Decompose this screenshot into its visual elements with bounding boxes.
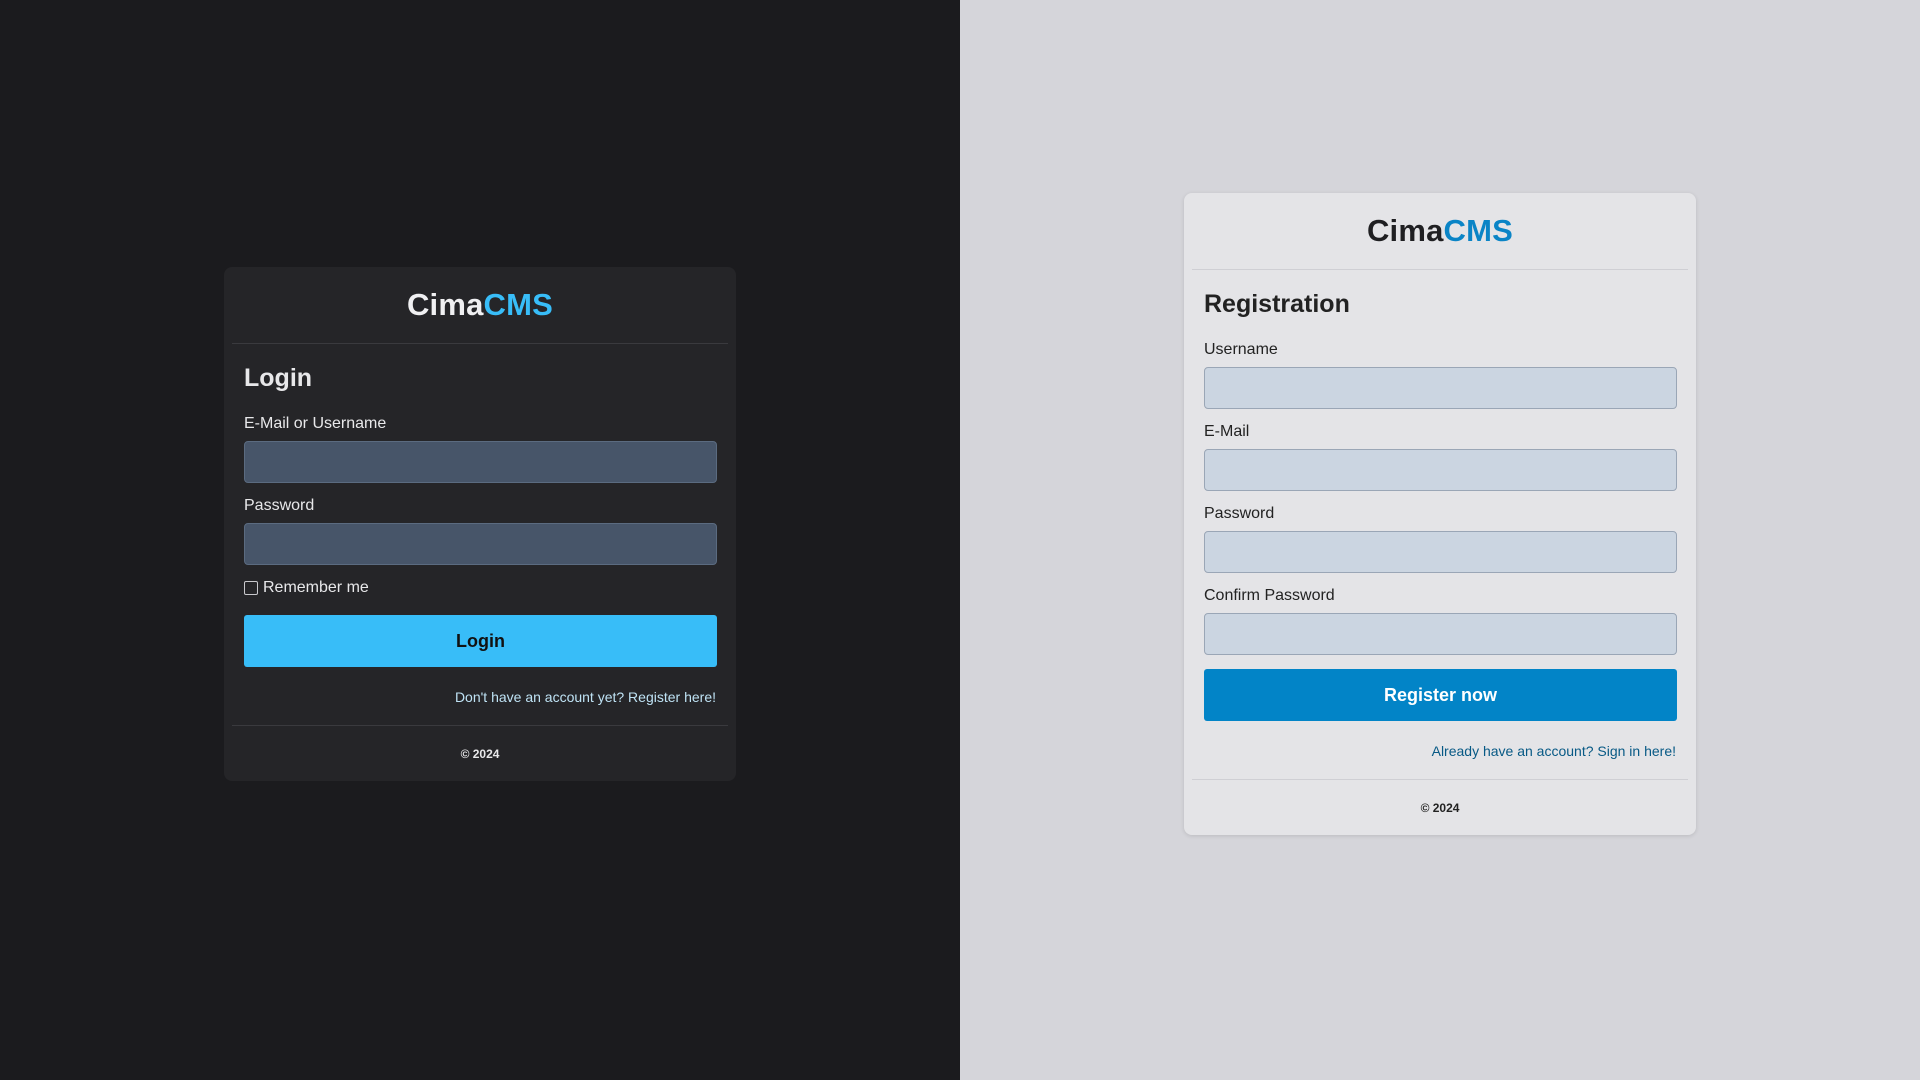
brand-accent: CMS — [483, 287, 554, 322]
remember-me-checkbox[interactable] — [244, 581, 258, 595]
password-label: Password — [1204, 505, 1275, 522]
identity-input[interactable] — [244, 441, 717, 483]
login-form: Login E-Mail or Username Password Rememb… — [224, 344, 736, 705]
username-input[interactable] — [1204, 367, 1677, 409]
identity-field-group: E-Mail or Username — [244, 415, 717, 483]
login-card: Cima CMS Login E-Mail or Username Passwor… — [224, 267, 736, 781]
login-button[interactable]: Login — [244, 615, 717, 667]
brand-accent: CMS — [1443, 213, 1514, 248]
register-link[interactable]: Don't have an account yet? Register here… — [455, 689, 716, 705]
brand-name: Cima — [1366, 213, 1444, 248]
remember-me-row[interactable]: Remember me — [244, 579, 716, 597]
password-input[interactable] — [1204, 531, 1677, 573]
remember-me-label[interactable]: Remember me — [263, 579, 369, 597]
confirm-password-label: Confirm Password — [1204, 587, 1335, 604]
password-input[interactable] — [244, 523, 717, 565]
page-title: Registration — [1204, 290, 1350, 318]
email-field-group: E-Mail — [1204, 423, 1677, 491]
split-screen: Cima CMS Login E-Mail or Username Passwor… — [0, 0, 1920, 1080]
password-field-group: Password — [244, 497, 717, 565]
identity-label: E-Mail or Username — [244, 415, 387, 432]
footer-copyright: © 2024 — [232, 725, 728, 781]
register-pane: Cima CMS Registration Username E-Mail Pas… — [960, 0, 1920, 1080]
sign-in-link[interactable]: Already have an account? Sign in here! — [1432, 743, 1676, 759]
confirm-password-field-group: Confirm Password — [1204, 587, 1677, 655]
register-link-row: Don't have an account yet? Register here… — [244, 689, 716, 705]
login-pane: Cima CMS Login E-Mail or Username Passwor… — [0, 0, 960, 1080]
page-title: Login — [244, 364, 313, 392]
register-button[interactable]: Register now — [1204, 669, 1677, 721]
password-label: Password — [244, 497, 315, 514]
footer-copyright: © 2024 — [1192, 779, 1688, 835]
username-label: Username — [1204, 341, 1278, 358]
register-card: Cima CMS Registration Username E-Mail Pas… — [1184, 193, 1696, 835]
username-field-group: Username — [1204, 341, 1677, 409]
confirm-password-input[interactable] — [1204, 613, 1677, 655]
register-form: Registration Username E-Mail Password Co… — [1184, 270, 1696, 759]
password-field-group: Password — [1204, 505, 1677, 573]
brand-name: Cima — [406, 287, 484, 322]
email-input[interactable] — [1204, 449, 1677, 491]
brand-logo: Cima CMS — [1192, 193, 1688, 270]
sign-in-link-row: Already have an account? Sign in here! — [1204, 743, 1676, 759]
brand-logo: Cima CMS — [232, 267, 728, 344]
email-label: E-Mail — [1204, 423, 1250, 440]
